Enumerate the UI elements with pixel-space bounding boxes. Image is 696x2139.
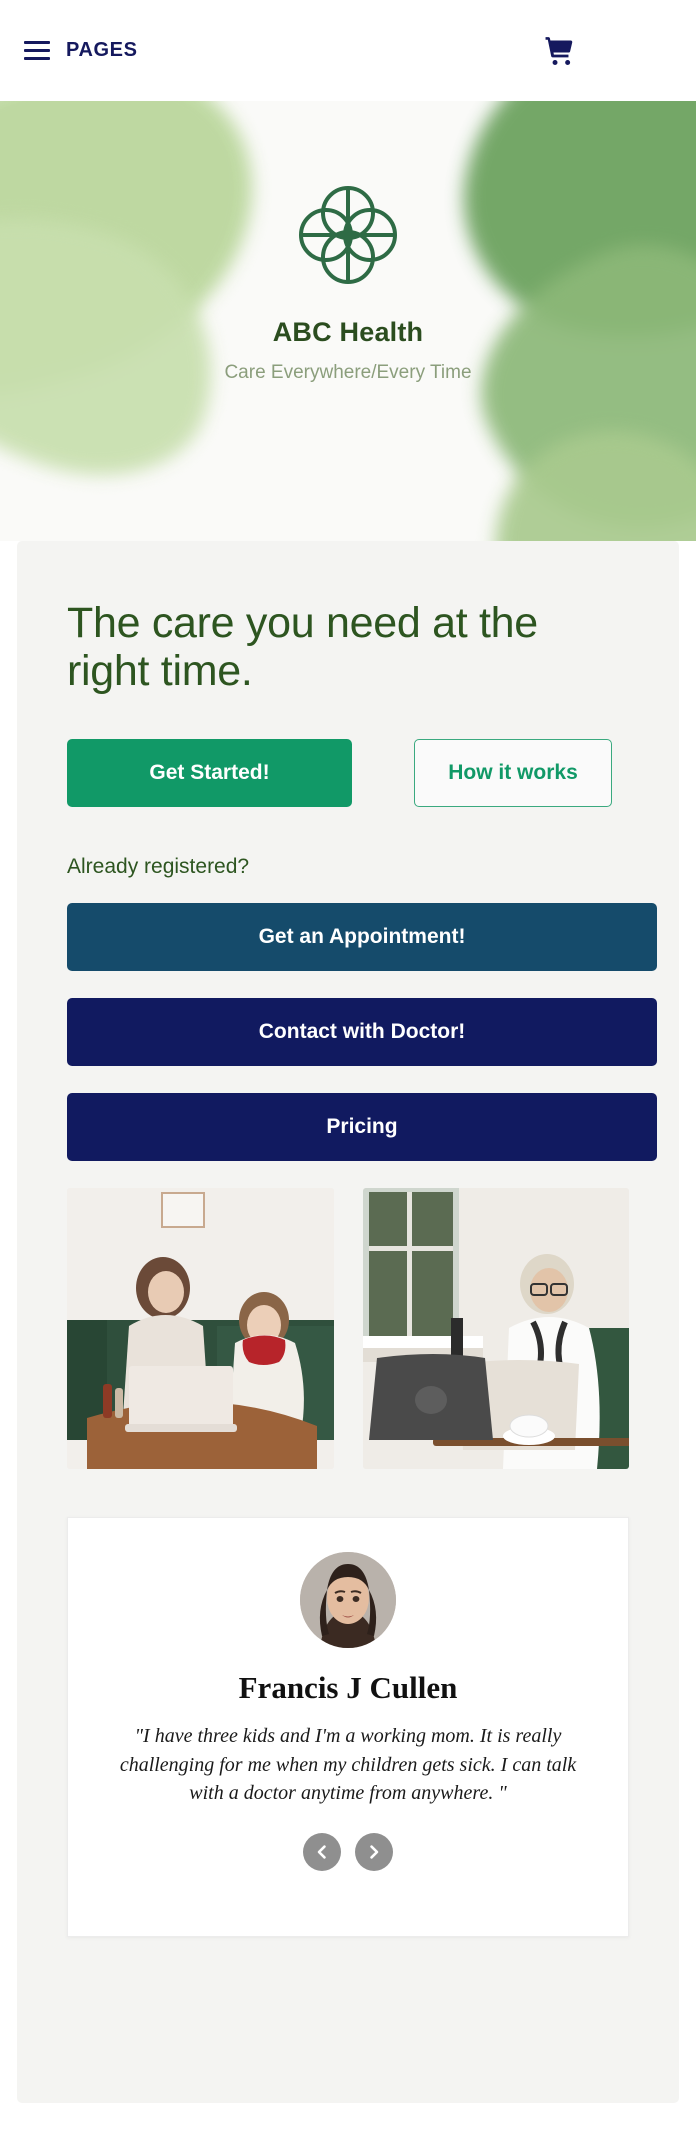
menu-toggle[interactable]: PAGES xyxy=(24,39,138,62)
carousel-prev-button[interactable] xyxy=(303,1833,341,1872)
brand-name: ABC Health xyxy=(272,317,424,347)
testimonial-carousel-controls xyxy=(68,1833,628,1872)
already-registered-label: Already registered? xyxy=(67,855,250,879)
avatar xyxy=(300,1552,396,1649)
pricing-button[interactable]: Pricing xyxy=(67,1093,657,1162)
action-button-stack: Get an Appointment! Contact with Doctor!… xyxy=(67,903,657,1162)
testimonial-quote: "I have three kids and I'm a working mom… xyxy=(119,1725,577,1805)
page-root: PAGES ABC Health Care Everywhere/Every T… xyxy=(0,0,696,2139)
doctor-photo xyxy=(362,1188,629,1470)
quatrefoil-logo-icon xyxy=(299,186,397,284)
shopping-cart-icon[interactable] xyxy=(542,34,576,68)
page-title: The care you need at the right time. xyxy=(67,599,538,696)
chevron-left-icon xyxy=(317,1845,326,1860)
menu-label: PAGES xyxy=(66,39,138,61)
hamburger-menu-icon[interactable] xyxy=(24,41,50,60)
testimonial-author-name: Francis J Cullen xyxy=(238,1670,458,1706)
testimonial-card: Francis J Cullen "I have three kids and … xyxy=(67,1517,629,1938)
brand-tagline: Care Everywhere/Every Time xyxy=(224,362,472,383)
carousel-next-button[interactable] xyxy=(355,1833,393,1872)
site-header: PAGES xyxy=(0,0,696,101)
mother-and-child-photo xyxy=(67,1188,334,1470)
main-panel: The care you need at the right time. Get… xyxy=(17,541,679,2103)
how-it-works-button[interactable]: How it works xyxy=(414,739,612,808)
hero-section: ABC Health Care Everywhere/Every Time xyxy=(0,101,696,541)
cta-row: Get Started! How it works xyxy=(67,739,629,808)
get-started-button[interactable]: Get Started! xyxy=(67,739,352,808)
photo-row xyxy=(67,1188,629,1470)
contact-doctor-button[interactable]: Contact with Doctor! xyxy=(67,998,657,1067)
chevron-right-icon xyxy=(370,1845,379,1860)
get-appointment-button[interactable]: Get an Appointment! xyxy=(67,903,657,972)
